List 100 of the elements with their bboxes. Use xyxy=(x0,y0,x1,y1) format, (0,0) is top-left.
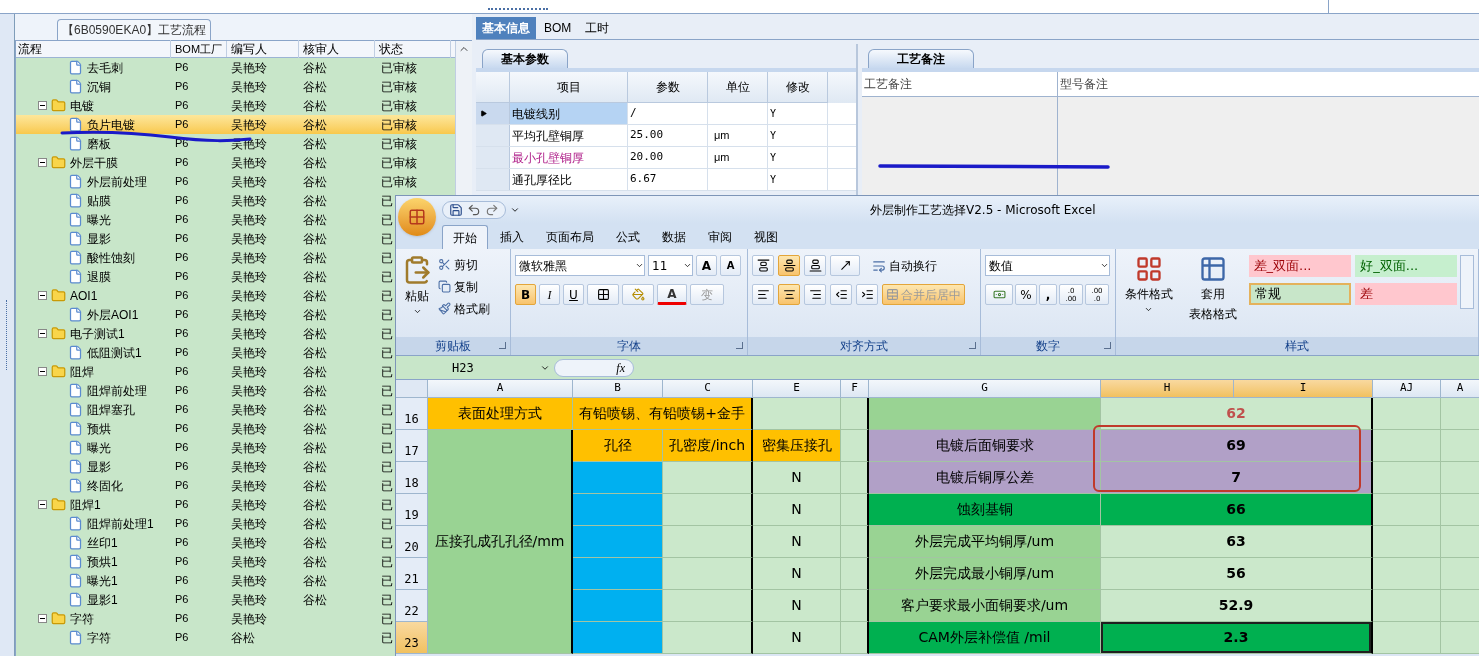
column-header[interactable]: BOM工厂 xyxy=(171,40,227,58)
tree-row[interactable]: 显影 P6 吴艳玲 谷松 已 xyxy=(16,457,393,476)
comma-button[interactable]: , xyxy=(1039,284,1057,305)
table-cell[interactable]: 电镀线别 xyxy=(510,103,628,124)
ribbon-tab[interactable]: 公式 xyxy=(606,225,650,249)
table-cell[interactable]: μm xyxy=(708,147,768,168)
underline-button[interactable]: U xyxy=(563,284,584,305)
font-family-field[interactable]: 微软雅黑 xyxy=(515,255,645,276)
column-header[interactable]: I xyxy=(1234,380,1373,398)
italic-button[interactable]: I xyxy=(539,284,560,305)
tree-row[interactable]: 外层前处理 P6 吴艳玲 谷松 已审核 xyxy=(16,172,455,191)
font-color-button[interactable]: A xyxy=(657,284,687,305)
notes-area[interactable] xyxy=(862,97,1057,195)
tree-row[interactable]: 显影 P6 吴艳玲 谷松 已 xyxy=(16,229,393,248)
formula-button[interactable]: fx xyxy=(554,358,634,377)
tree-row[interactable]: 预烘1 P6 吴艳玲 谷松 已 xyxy=(16,552,393,571)
column-header[interactable]: 参数 xyxy=(628,72,708,103)
tab[interactable]: 工时 xyxy=(579,17,616,39)
table-cell[interactable]: 6.67 xyxy=(628,169,708,190)
ribbon-button[interactable]: 剪切 xyxy=(438,255,490,274)
column-header[interactable]: 单位 xyxy=(708,72,768,103)
dialog-launcher-icon[interactable] xyxy=(499,342,506,349)
cell-style[interactable]: 差_双面... xyxy=(1248,255,1351,277)
redo-icon[interactable] xyxy=(485,202,499,217)
collapse-toggle[interactable] xyxy=(38,158,47,167)
table-cell[interactable]: / xyxy=(628,103,708,124)
table-cell[interactable]: Y xyxy=(768,147,828,168)
table-cell[interactable]: 25.00 xyxy=(628,125,708,146)
conditional-format-button[interactable]: 条件格式 xyxy=(1120,255,1178,314)
row-header[interactable]: 20 xyxy=(396,526,428,558)
orientation-button[interactable] xyxy=(830,255,860,276)
tree-row[interactable]: 显影1 P6 吴艳玲 谷松 已 xyxy=(16,590,393,609)
tree-row[interactable]: 曝光 P6 吴艳玲 谷松 已 xyxy=(16,438,393,457)
column-header[interactable]: 工艺备注 xyxy=(862,72,1057,97)
tree-row[interactable]: 阻焊塞孔 P6 吴艳玲 谷松 已 xyxy=(16,400,393,419)
table-cell[interactable]: 最小孔壁铜厚 xyxy=(510,147,628,168)
column-header[interactable]: G xyxy=(869,380,1101,398)
collapse-toggle[interactable] xyxy=(38,291,47,300)
font-size-field[interactable]: 11 xyxy=(648,255,693,276)
table-cell[interactable]: Y xyxy=(768,169,828,190)
borders-button[interactable] xyxy=(587,284,619,305)
column-header[interactable]: 型号备注 xyxy=(1058,72,1479,97)
ribbon-button[interactable]: 复制 xyxy=(438,277,490,296)
splitter-handle[interactable] xyxy=(5,300,9,370)
panel-tab[interactable]: 【6B0590EKA0】工艺流程 xyxy=(57,19,212,40)
collapse-toggle[interactable] xyxy=(38,500,47,509)
column-header[interactable]: 状态 xyxy=(375,40,451,58)
tree-row[interactable]: 外层AOI1 P6 吴艳玲 谷松 已 xyxy=(16,305,393,324)
align-button[interactable] xyxy=(778,255,800,276)
tree-row[interactable]: 沉铜 P6 吴艳玲 谷松 已审核 xyxy=(16,77,455,96)
column-header[interactable]: E xyxy=(753,380,841,398)
save-icon[interactable] xyxy=(449,202,463,217)
paste-button[interactable]: 粘贴 xyxy=(400,255,434,316)
ribbon-tab[interactable]: 开始 xyxy=(442,225,488,249)
outdent-button[interactable] xyxy=(830,284,852,305)
table-cell[interactable]: Y xyxy=(768,103,828,124)
column-header[interactable]: B xyxy=(573,380,663,398)
row-header[interactable] xyxy=(476,103,510,124)
tree-row[interactable]: 贴膜 P6 吴艳玲 谷松 已 xyxy=(16,191,393,210)
collapse-toggle[interactable] xyxy=(38,367,47,376)
column-header[interactable]: 核审人 xyxy=(299,40,375,58)
tree-row[interactable]: 终固化 P6 吴艳玲 谷松 已 xyxy=(16,476,393,495)
table-cell[interactable]: 通孔厚径比 xyxy=(510,169,628,190)
tree-row[interactable]: 阻焊 P6 吴艳玲 谷松 已 xyxy=(16,362,393,381)
table-cell[interactable]: 20.00 xyxy=(628,147,708,168)
column-header[interactable]: A xyxy=(1441,380,1479,398)
table-cell[interactable]: μm xyxy=(708,125,768,146)
row-header[interactable]: 16 xyxy=(396,398,428,430)
panel-tab[interactable]: 基本参数 xyxy=(482,49,568,68)
tab[interactable]: 基本信息 xyxy=(476,17,536,39)
tree-row[interactable]: 外层干膜 P6 吴艳玲 谷松 已审核 xyxy=(16,153,455,172)
tree-row[interactable]: 曝光 P6 吴艳玲 谷松 已 xyxy=(16,210,393,229)
tree-row[interactable]: 退膜 P6 吴艳玲 谷松 已 xyxy=(16,267,393,286)
row-header[interactable]: 17 xyxy=(396,430,428,462)
align-button[interactable] xyxy=(752,255,774,276)
column-header[interactable]: 修改 xyxy=(768,72,828,103)
shrink-font-button[interactable]: A xyxy=(720,255,741,276)
undo-icon[interactable] xyxy=(467,202,481,217)
row-header[interactable]: 22 xyxy=(396,590,428,622)
tree-row[interactable]: 字符 P6 谷松 已 xyxy=(16,628,393,647)
ribbon-tab[interactable]: 审阅 xyxy=(698,225,742,249)
tree-row[interactable]: 负片电镀 P6 吴艳玲 谷松 已审核 xyxy=(16,115,455,134)
tree-row[interactable]: 字符 P6 吴艳玲 已 xyxy=(16,609,393,628)
collapse-toggle[interactable] xyxy=(38,329,47,338)
dialog-launcher-icon[interactable] xyxy=(969,342,976,349)
tab[interactable]: BOM xyxy=(538,17,578,39)
tree-row[interactable]: 阻焊1 P6 吴艳玲 谷松 已 xyxy=(16,495,393,514)
tree-row[interactable]: 预烘 P6 吴艳玲 谷松 已 xyxy=(16,419,393,438)
wrap-text-button[interactable]: 自动换行 xyxy=(872,255,937,276)
tree-row[interactable]: 电子测试1 P6 吴艳玲 谷松 已 xyxy=(16,324,393,343)
row-header[interactable]: 18 xyxy=(396,462,428,494)
align-button[interactable] xyxy=(752,284,774,305)
cell-style[interactable]: 好_双面... xyxy=(1355,255,1458,277)
cell-style[interactable]: 差 xyxy=(1355,283,1458,305)
percent-button[interactable]: % xyxy=(1015,284,1037,305)
tree-row[interactable]: 低阻测试1 P6 吴艳玲 谷松 已 xyxy=(16,343,393,362)
collapse-toggle[interactable] xyxy=(38,614,47,623)
ribbon-button[interactable]: 格式刷 xyxy=(438,299,490,318)
collapse-toggle[interactable] xyxy=(38,101,47,110)
table-cell[interactable]: 平均孔壁铜厚 xyxy=(510,125,628,146)
